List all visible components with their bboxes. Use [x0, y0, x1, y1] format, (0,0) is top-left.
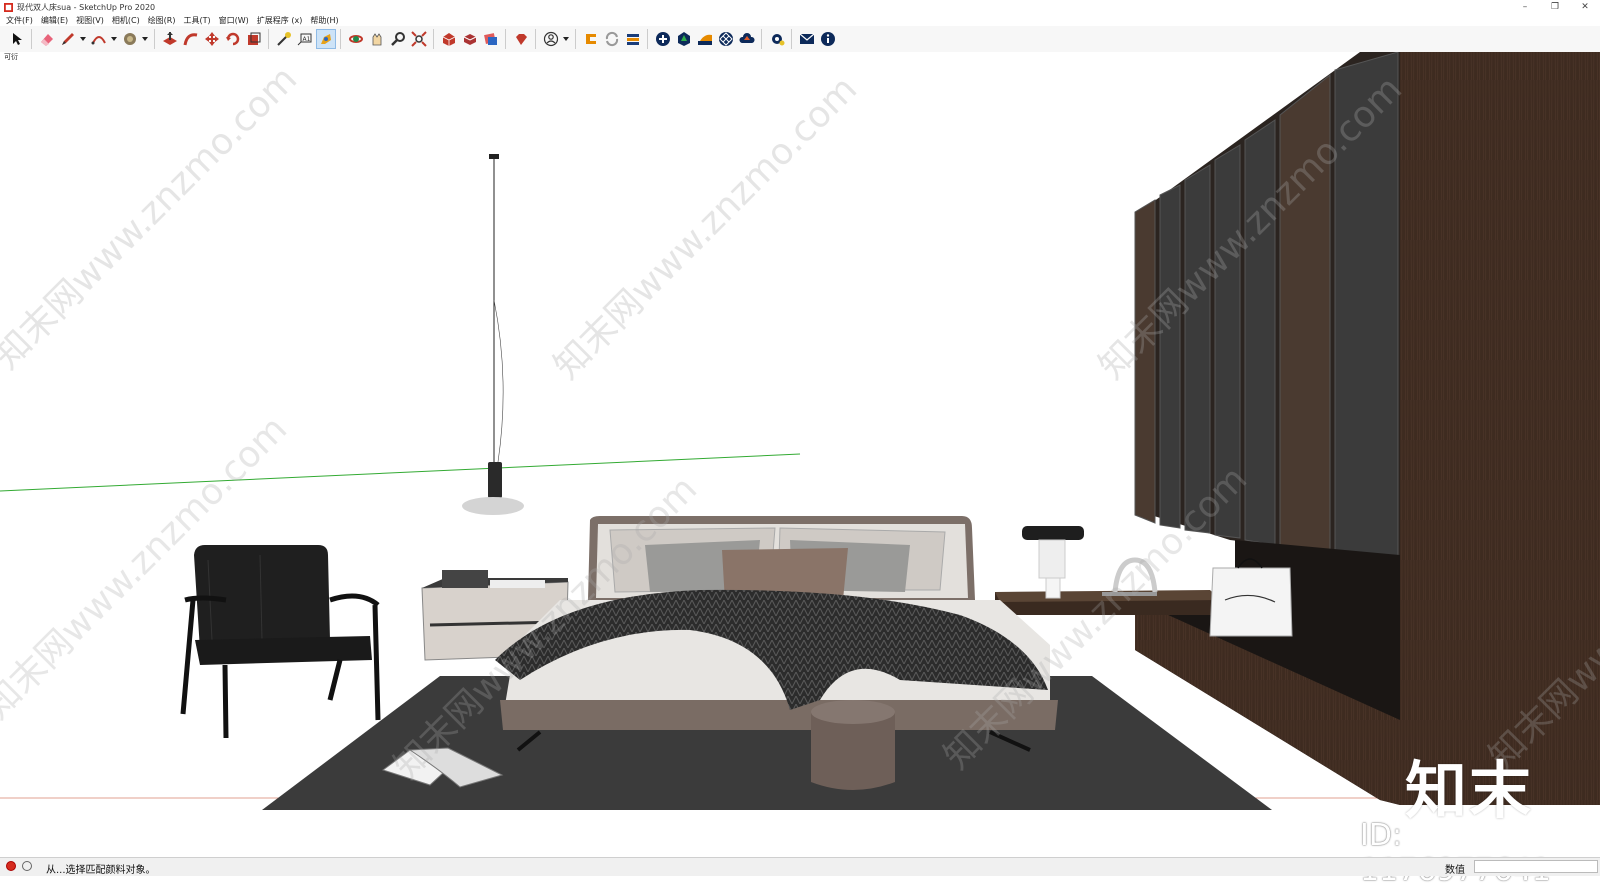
credits-icon[interactable]: [22, 861, 32, 871]
sketchup-logo-icon: [4, 2, 13, 12]
info-icon[interactable]: [818, 29, 838, 49]
status-message: 从...选择匹配颜料对象。: [46, 865, 156, 876]
zoom-extents-icon[interactable]: [409, 29, 429, 49]
pencil-icon[interactable]: [58, 29, 78, 49]
account-dropdown-icon[interactable]: [563, 37, 569, 41]
plugin-a-icon[interactable]: [581, 29, 601, 49]
text-icon[interactable]: A1: [295, 29, 315, 49]
select-icon[interactable]: [7, 29, 27, 49]
menu-tools[interactable]: 工具(T): [184, 15, 211, 26]
watermark-logo: 知末: [1405, 754, 1534, 827]
warehouse-icon[interactable]: [439, 29, 459, 49]
arc-icon[interactable]: [89, 29, 109, 49]
geo-location-icon[interactable]: [6, 861, 16, 871]
plugin-b-icon[interactable]: [623, 29, 643, 49]
status-bar: 从...选择匹配颜料对象。 数值: [0, 857, 1600, 876]
minimize-icon[interactable]: –: [1510, 0, 1540, 14]
armchair: [180, 545, 381, 739]
paint-bucket-icon[interactable]: [120, 29, 140, 49]
tree-icon[interactable]: [674, 29, 694, 49]
tape-measure-icon[interactable]: [274, 29, 294, 49]
move-icon[interactable]: [202, 29, 222, 49]
paint-icon[interactable]: [316, 29, 336, 49]
settings-icon[interactable]: [767, 29, 787, 49]
close-icon[interactable]: ✕: [1570, 0, 1600, 14]
watermark-id: ID: 1176977641: [1360, 818, 1551, 888]
zoom-icon[interactable]: [388, 29, 408, 49]
menu-view[interactable]: 视图(V): [76, 15, 104, 26]
orbit-icon[interactable]: [346, 29, 366, 49]
window-title: 现代双人床sua - SketchUp Pro 2020: [17, 2, 156, 12]
main-toolbar: A1: [0, 26, 1600, 53]
scale-icon[interactable]: [244, 29, 264, 49]
paint-dropdown-icon[interactable]: [142, 37, 148, 41]
pan-icon[interactable]: [367, 29, 387, 49]
refresh-icon[interactable]: [602, 29, 622, 49]
menu-edit[interactable]: 编辑(E): [41, 15, 68, 26]
eraser-icon[interactable]: [37, 29, 57, 49]
title-bar: 现代双人床sua - SketchUp Pro 2020 – ❐ ✕: [0, 0, 1600, 15]
menu-window[interactable]: 窗口(W): [219, 15, 249, 26]
ruby-icon[interactable]: [511, 29, 531, 49]
menu-file[interactable]: 文件(F): [6, 15, 33, 26]
add-icon[interactable]: [653, 29, 673, 49]
restore-icon[interactable]: ❐: [1540, 0, 1570, 14]
account-icon[interactable]: [541, 29, 561, 49]
table-lamp: [1022, 526, 1084, 540]
menu-extensions[interactable]: 扩展程序 (x): [257, 15, 303, 26]
cloud-icon[interactable]: [737, 29, 757, 49]
menu-help[interactable]: 帮助(H): [310, 15, 338, 26]
pendant-lamp: [462, 154, 524, 515]
menu-draw[interactable]: 绘图(R): [148, 15, 176, 26]
svg-text:A1: A1: [303, 36, 311, 43]
window-controls: – ❐ ✕: [1510, 0, 1600, 14]
model-viewport[interactable]: 可衍 知末网www.znzmo.com 知末网www.znzmo.com 知末网…: [0, 52, 1600, 857]
mail-icon[interactable]: [797, 29, 817, 49]
push-pull-icon[interactable]: [160, 29, 180, 49]
arc-dropdown-icon[interactable]: [111, 37, 117, 41]
layer-icon[interactable]: [481, 29, 501, 49]
pouf: [811, 700, 895, 790]
menu-bar: 文件(F) 编辑(E) 视图(V) 相机(C) 绘图(R) 工具(T) 窗口(W…: [0, 14, 1600, 26]
chart-icon[interactable]: [695, 29, 715, 49]
pattern-icon[interactable]: [716, 29, 736, 49]
measurements-label: 数值: [1445, 865, 1465, 876]
extension-icon[interactable]: [460, 29, 480, 49]
pencil-dropdown-icon[interactable]: [80, 37, 86, 41]
rotate-icon[interactable]: [223, 29, 243, 49]
follow-me-icon[interactable]: [181, 29, 201, 49]
menu-camera[interactable]: 相机(C): [112, 15, 140, 26]
measurements-input[interactable]: [1474, 860, 1598, 873]
